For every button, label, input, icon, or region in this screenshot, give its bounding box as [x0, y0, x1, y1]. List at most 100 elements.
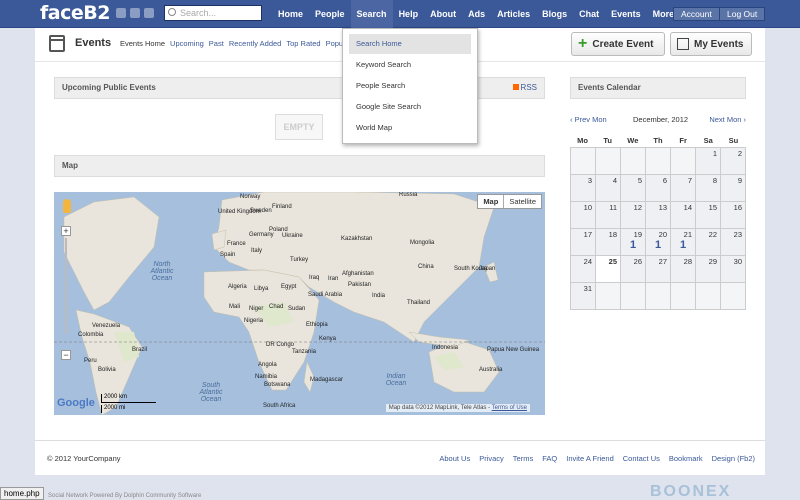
calendar-day[interactable]: 30 [721, 256, 746, 283]
calendar-day[interactable]: 28 [671, 256, 696, 283]
logout-button[interactable]: Log Out [719, 7, 766, 21]
site-logo[interactable]: faceB2 [40, 2, 110, 24]
dropdown-search-home[interactable]: Search Home [349, 34, 471, 54]
calendar-day[interactable]: 13 [646, 202, 671, 229]
nav-chat[interactable]: Chat [573, 0, 605, 28]
next-month-link[interactable]: Next Mon › [709, 115, 746, 124]
calendar-day[interactable]: 26 [621, 256, 646, 283]
map-label-thailand: Thailand [407, 300, 431, 306]
subtab-upcoming[interactable]: Upcoming [170, 39, 204, 48]
dropdown-world-map[interactable]: World Map [349, 118, 471, 138]
calendar-day[interactable]: 29 [696, 256, 721, 283]
map-label-botswana: Botswana [264, 382, 291, 388]
calendar-day[interactable]: 3 [571, 175, 596, 202]
friends-icon[interactable] [116, 8, 126, 18]
calendar-day-number: 4 [612, 176, 617, 185]
map-type-map[interactable]: Map [478, 195, 505, 208]
calendar-day[interactable]: 12 [621, 202, 646, 229]
zoom-out-button[interactable]: − [61, 350, 71, 360]
calendar-day[interactable]: 4 [596, 175, 621, 202]
nav-help[interactable]: Help [393, 0, 425, 28]
zoom-in-button[interactable]: + [61, 226, 71, 236]
calendar-day[interactable]: 14 [671, 202, 696, 229]
calendar-day[interactable]: 7 [671, 175, 696, 202]
calendar-day[interactable]: 5 [621, 175, 646, 202]
my-events-button[interactable]: My Events [670, 32, 752, 56]
nav-search[interactable]: Search [350, 0, 393, 28]
subtab-events-home[interactable]: Events Home [120, 39, 165, 48]
account-button[interactable]: Account [673, 7, 720, 21]
dropdown-keyword-search[interactable]: Keyword Search [349, 55, 471, 75]
calendar-day[interactable]: 31 [571, 283, 596, 310]
prev-month-link[interactable]: ‹ Prev Mon [570, 115, 607, 124]
footer-link-contact-us[interactable]: Contact Us [623, 454, 660, 463]
profile-icon[interactable] [130, 8, 140, 18]
terms-of-use-link[interactable]: Terms of Use [492, 405, 527, 411]
calendar-day[interactable]: 2 [721, 148, 746, 175]
calendar-title: Events Calendar [578, 83, 641, 92]
map-label-saudi-arabia: Saudi Arabia [308, 292, 343, 298]
calendar-day[interactable]: 24 [571, 256, 596, 283]
map-label-venezuela: Venezuela [92, 323, 121, 329]
calendar-day[interactable]: 16 [721, 202, 746, 229]
footer-link-invite-a-friend[interactable]: Invite A Friend [566, 454, 614, 463]
top-bar: faceB2 Search... Home People Search Help Abo… [0, 0, 800, 28]
event-count[interactable]: 1 [646, 239, 670, 251]
calendar-day[interactable]: 23 [721, 229, 746, 256]
footer-link-faq[interactable]: FAQ [542, 454, 557, 463]
calendar-grid: 1 2 3 4 5 6 7 8 9 10 11 12 13 14 15 16 17 18 19 1 20 1 21 1 22 23… [570, 147, 746, 310]
nav-people[interactable]: People [309, 0, 351, 28]
mail-icon[interactable] [144, 8, 154, 18]
powered-by-text[interactable]: Social Network Powered By Dolphin Commun… [48, 493, 201, 499]
calendar-day[interactable]: 20 1 [646, 229, 671, 256]
calendar-day[interactable]: 8 [696, 175, 721, 202]
map-type-control: Map Satellite [477, 194, 542, 209]
nav-ads[interactable]: Ads [462, 0, 491, 28]
street-view-pegman-icon[interactable] [63, 199, 71, 213]
calendar-day[interactable]: 10 [571, 202, 596, 229]
search-input[interactable]: Search... [164, 5, 262, 21]
search-placeholder: Search... [180, 8, 217, 18]
calendar-day[interactable]: 19 1 [621, 229, 646, 256]
calendar-day[interactable]: 15 [696, 202, 721, 229]
map-type-satellite[interactable]: Satellite [504, 195, 541, 208]
nav-about[interactable]: About [424, 0, 462, 28]
map-header: Map [54, 155, 545, 177]
footer-link-privacy[interactable]: Privacy [479, 454, 504, 463]
subtab-top-rated[interactable]: Top Rated [286, 39, 320, 48]
empty-placeholder: EMPTY [275, 114, 323, 140]
create-event-button[interactable]: + Create Event [571, 32, 665, 56]
calendar-day[interactable]: 21 1 [671, 229, 696, 256]
zoom-slider[interactable] [65, 238, 67, 334]
dropdown-google-site-search[interactable]: Google Site Search [349, 97, 471, 117]
calendar-day[interactable]: 22 [696, 229, 721, 256]
nav-home[interactable]: Home [272, 0, 309, 28]
subtab-recently-added[interactable]: Recently Added [229, 39, 282, 48]
calendar-day[interactable]: 6 [646, 175, 671, 202]
calendar-day[interactable]: 9 [721, 175, 746, 202]
nav-events[interactable]: Events [605, 0, 647, 28]
calendar-day[interactable]: 11 [596, 202, 621, 229]
map-label-norway: Norway [240, 194, 261, 200]
map-label-libya: Libya [254, 286, 269, 292]
subtab-past[interactable]: Past [209, 39, 224, 48]
rss-link[interactable]: RSS [513, 78, 537, 98]
world-map[interactable]: Norway Sweden Finland Russia United Kingdom G… [54, 192, 545, 415]
calendar-day[interactable]: 17 [571, 229, 596, 256]
calendar-day-number: 29 [708, 257, 717, 266]
calendar-day[interactable]: 25 [596, 256, 621, 283]
nav-blogs[interactable]: Blogs [536, 0, 573, 28]
calendar-day[interactable]: 27 [646, 256, 671, 283]
footer-link-about-us[interactable]: About Us [439, 454, 470, 463]
calendar-empty-cell [671, 148, 696, 175]
calendar-day[interactable]: 18 [596, 229, 621, 256]
event-count[interactable]: 1 [671, 239, 695, 251]
footer-link-bookmark[interactable]: Bookmark [669, 454, 703, 463]
calendar-day[interactable]: 1 [696, 148, 721, 175]
event-count[interactable]: 1 [621, 239, 645, 251]
dropdown-people-search[interactable]: People Search [349, 76, 471, 96]
footer-link-design-fb2-[interactable]: Design (Fb2) [712, 454, 755, 463]
footer-link-terms[interactable]: Terms [513, 454, 533, 463]
nav-articles[interactable]: Articles [491, 0, 536, 28]
boonex-logo[interactable]: BOONEX [650, 483, 731, 500]
